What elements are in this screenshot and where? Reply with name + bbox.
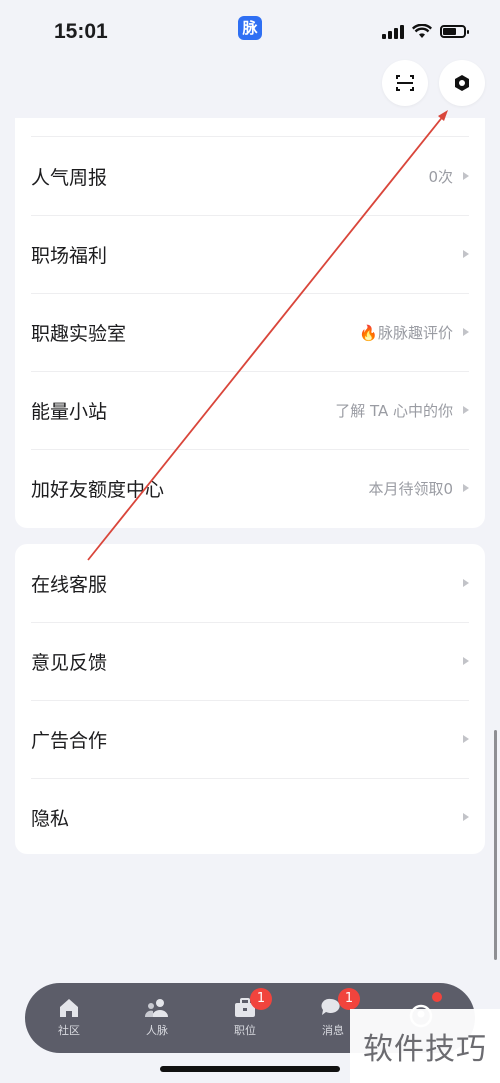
settings-button[interactable] bbox=[439, 60, 485, 106]
chevron-right-icon bbox=[463, 735, 469, 743]
tab-label: 消息 bbox=[322, 1024, 344, 1037]
watermark: 软件技巧 bbox=[350, 1009, 500, 1083]
menu-row-label: 加好友额度中心 bbox=[31, 478, 165, 501]
chevron-right-icon bbox=[463, 657, 469, 665]
app-badge-icon: 脉 bbox=[238, 16, 262, 40]
chevron-right-icon bbox=[463, 328, 469, 336]
signal-icon bbox=[382, 24, 404, 39]
gear-icon bbox=[455, 75, 469, 91]
tab-jobs[interactable]: 职位 1 bbox=[201, 983, 289, 1053]
tab-community[interactable]: 社区 bbox=[25, 983, 113, 1053]
menu-row-popularity-weekly[interactable]: 人气周报 0次 bbox=[31, 137, 469, 216]
menu-card-support: 在线客服 意见反馈 广告合作 隐私 bbox=[15, 544, 485, 854]
tab-label: 人脉 bbox=[146, 1024, 168, 1037]
menu-row-ad-cooperation[interactable]: 广告合作 bbox=[31, 700, 469, 779]
menu-row-feedback[interactable]: 意见反馈 bbox=[31, 622, 469, 701]
status-time: 15:01 bbox=[54, 20, 108, 43]
home-icon bbox=[60, 999, 78, 1017]
chevron-right-icon bbox=[463, 579, 469, 587]
people-icon bbox=[145, 999, 168, 1017]
menu-row-value: 🔥脉脉趣评价 bbox=[359, 323, 453, 342]
tab-label: 职位 bbox=[234, 1024, 256, 1037]
scan-icon bbox=[396, 75, 414, 91]
menu-row-value: 0次 bbox=[428, 167, 453, 186]
menu-row-label: 职趣实验室 bbox=[31, 322, 127, 345]
menu-row-label: 广告合作 bbox=[31, 729, 108, 752]
menu-row-label: 职场福利 bbox=[31, 244, 108, 267]
scan-button[interactable] bbox=[382, 60, 428, 106]
menu-row-label: 人气周报 bbox=[31, 166, 108, 189]
menu-row-label: 意见反馈 bbox=[31, 651, 108, 674]
menu-row-label: 隐私 bbox=[31, 807, 70, 830]
menu-row-label: 在线客服 bbox=[31, 573, 108, 596]
wifi-icon bbox=[412, 24, 432, 38]
menu-row-fun-lab[interactable]: 职趣实验室 🔥脉脉趣评价 bbox=[31, 293, 469, 372]
menu-row-label: 能量小站 bbox=[31, 400, 108, 423]
notification-badge: 1 bbox=[250, 988, 272, 1010]
menu-row-privacy[interactable]: 隐私 bbox=[31, 778, 469, 856]
status-bar: 15:01 脉 bbox=[0, 0, 500, 64]
home-indicator[interactable] bbox=[160, 1066, 340, 1072]
menu-row-value: 了解 TA 心中的你 bbox=[335, 401, 453, 420]
menu-row-value: 本月待领取0 bbox=[368, 479, 453, 498]
notification-badge: 1 bbox=[338, 988, 360, 1010]
chevron-right-icon bbox=[463, 172, 469, 180]
status-icons bbox=[382, 24, 469, 39]
chevron-right-icon bbox=[463, 484, 469, 492]
menu-row-online-service[interactable]: 在线客服 bbox=[31, 544, 469, 623]
chevron-right-icon bbox=[463, 813, 469, 821]
menu-row-friend-quota-center[interactable]: 加好友额度中心 本月待领取0 bbox=[31, 449, 469, 527]
tab-label: 社区 bbox=[58, 1024, 80, 1037]
menu-row-energy-station[interactable]: 能量小站 了解 TA 心中的你 bbox=[31, 371, 469, 450]
menu-row-workplace-benefits[interactable]: 职场福利 bbox=[31, 215, 469, 294]
battery-icon bbox=[440, 25, 469, 38]
tab-connections[interactable]: 人脉 bbox=[113, 983, 201, 1053]
menu-card-primary: 人气周报 0次 职场福利 职趣实验室 🔥脉脉趣评价 能量小站 了解 TA 心中的… bbox=[15, 118, 485, 528]
chevron-right-icon bbox=[463, 406, 469, 414]
scrollbar[interactable] bbox=[494, 730, 497, 960]
chevron-right-icon bbox=[463, 250, 469, 258]
notification-dot bbox=[432, 992, 442, 1002]
